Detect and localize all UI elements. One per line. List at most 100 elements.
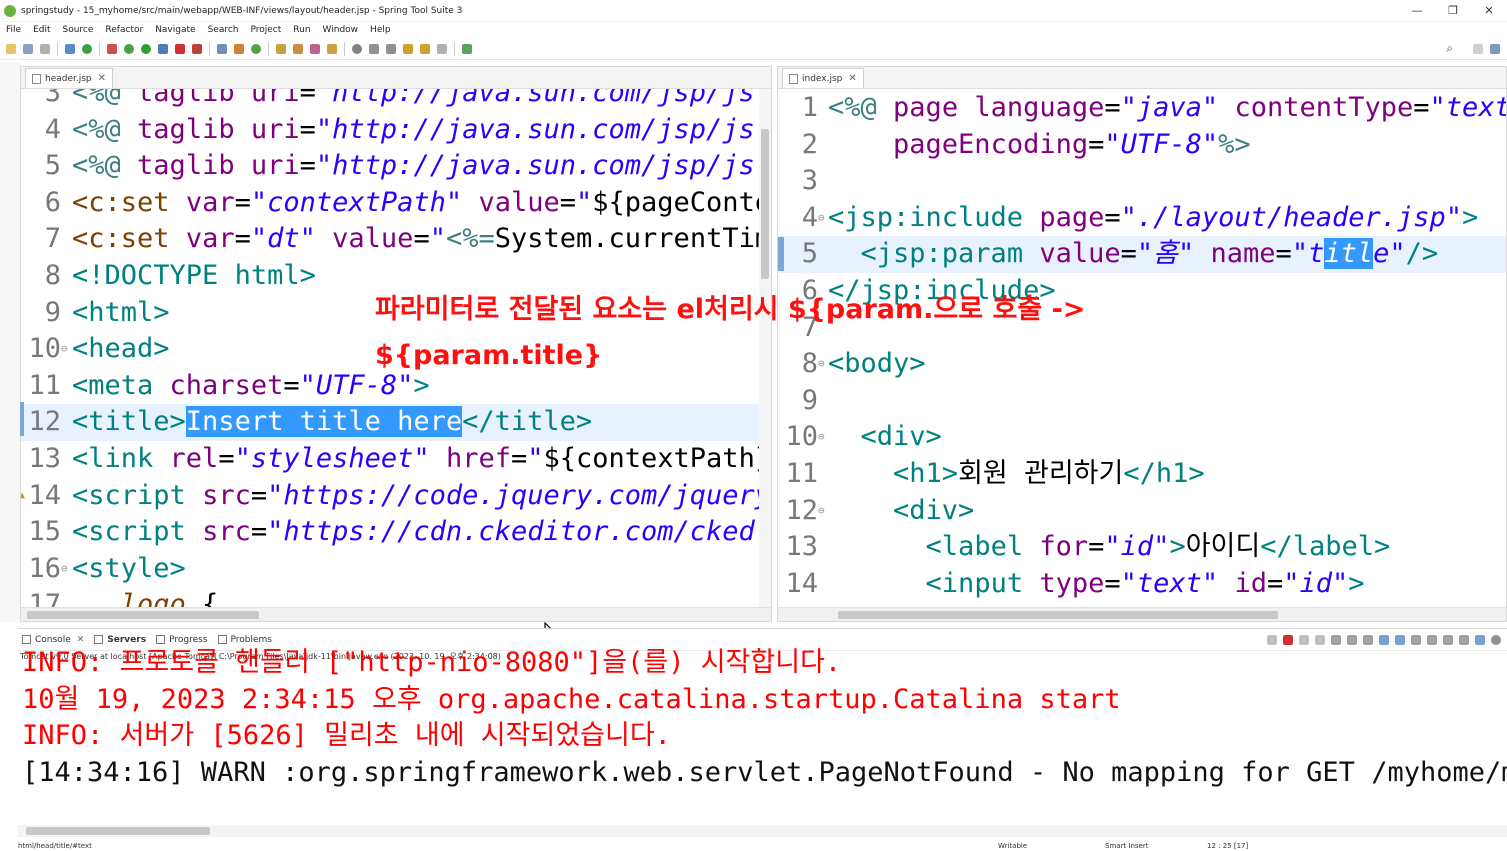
new-class-icon[interactable] — [251, 43, 261, 54]
new-java-project-icon[interactable] — [217, 43, 227, 54]
code-line[interactable]: 9 — [778, 383, 1506, 420]
terminate-icon[interactable] — [1283, 634, 1293, 645]
code-line[interactable]: 2 pageEncoding="UTF-8"%> — [778, 127, 1506, 164]
view-menu-icon[interactable] — [1475, 634, 1485, 645]
fold-toggle-icon[interactable]: ⊖ — [818, 419, 825, 456]
code-line[interactable]: 16 ⊖ <style> — [21, 551, 771, 588]
code-line[interactable]: 3 <%@ taglib uri="http://java.sun.com/jsp… — [21, 89, 771, 112]
next-annotation-icon[interactable] — [369, 43, 379, 54]
new-icon[interactable] — [6, 43, 16, 54]
scroll-thumb[interactable] — [761, 129, 769, 279]
open-console-icon[interactable] — [1443, 634, 1453, 645]
code-line[interactable]: 4 ⊖ <jsp:include page="./layout/header.jsp… — [778, 200, 1506, 237]
scroll-thumb[interactable] — [838, 611, 1278, 619]
code-line[interactable]: 4 <%@ taglib uri="http://java.sun.com/jsp… — [21, 112, 771, 149]
external-tools-icon[interactable] — [192, 43, 202, 54]
search-toolbar-icon[interactable] — [310, 43, 320, 54]
clear-console-icon[interactable] — [1331, 634, 1341, 645]
display-console-icon[interactable] — [1427, 634, 1437, 645]
restore-button[interactable]: ❐ — [1435, 4, 1471, 17]
code-line[interactable]: 14 <input type="text" id="id"> — [778, 566, 1506, 603]
skip-breakpoints-icon[interactable] — [107, 43, 117, 54]
menu-project[interactable]: Project — [250, 25, 281, 35]
fold-toggle-icon[interactable]: ⊖ — [818, 493, 825, 530]
code-line[interactable]: 14▲ <script src="https://code.jquery.com/… — [21, 478, 771, 515]
scroll-lock-icon[interactable] — [1347, 634, 1357, 645]
coverage-icon[interactable] — [158, 43, 168, 54]
code-line[interactable]: 5 <jsp:param value="홈" name="title"/> — [778, 236, 1506, 273]
menu-file[interactable]: File — [6, 25, 21, 35]
tab-servers[interactable]: Servers — [94, 635, 146, 645]
tab-problems[interactable]: Problems — [217, 635, 272, 645]
fold-toggle-icon[interactable]: ⊖ — [61, 551, 68, 588]
save-all-icon[interactable] — [40, 43, 50, 54]
previous-annotation-icon[interactable] — [386, 43, 396, 54]
code-line[interactable]: 10 ⊖ <div> — [778, 419, 1506, 456]
minimize-button[interactable]: — — [1399, 4, 1435, 17]
boot-dashboard-icon[interactable] — [82, 43, 92, 54]
code-line[interactable]: 12 <title>Insert title here</title> — [21, 404, 771, 441]
open-task-icon[interactable] — [293, 43, 303, 54]
stop-icon[interactable] — [175, 43, 185, 54]
code-line[interactable]: 13 <label for="id">아이디</label> — [778, 529, 1506, 566]
globe-icon[interactable] — [352, 43, 362, 54]
close-window-button[interactable]: ✕ — [1471, 4, 1507, 17]
menu-edit[interactable]: Edit — [33, 25, 50, 35]
search-icon[interactable]: ⌕ — [1446, 41, 1453, 56]
new-package-icon[interactable] — [234, 43, 244, 54]
horizontal-scrollbar[interactable] — [21, 607, 771, 621]
code-line[interactable]: 7 <c:set var="dt" value="<%=System.curren… — [21, 221, 771, 258]
tab-index-jsp[interactable]: index.jsp ✕ — [782, 68, 864, 88]
close-icon[interactable]: ✕ — [77, 635, 85, 645]
debug-icon[interactable] — [124, 43, 134, 54]
code-line[interactable]: 11 <h1>회원 관리하기</h1> — [778, 456, 1506, 493]
tab-header-jsp[interactable]: header.jsp ✕ — [25, 68, 114, 88]
code-line[interactable]: 6 <c:set var="contextPath" value="${pageC… — [21, 185, 771, 222]
minimize-view-icon[interactable] — [1459, 634, 1469, 645]
disconnect-icon[interactable] — [1267, 634, 1277, 645]
forward-icon[interactable] — [437, 43, 447, 54]
code-line[interactable]: 13 <link rel="stylesheet" href="${context… — [21, 441, 771, 478]
run-icon[interactable] — [141, 43, 151, 54]
gear-icon[interactable] — [1491, 634, 1501, 645]
menu-source[interactable]: Source — [63, 25, 94, 35]
line-number: 15 — [28, 516, 61, 548]
menu-run[interactable]: Run — [293, 25, 310, 35]
open-folder-icon[interactable] — [327, 43, 337, 54]
open-perspective-icon[interactable] — [1473, 43, 1483, 54]
back-icon[interactable] — [420, 43, 430, 54]
show-stdout-icon[interactable] — [1379, 634, 1389, 645]
code-line[interactable]: 12 ⊖ <div> — [778, 493, 1506, 530]
remove-all-icon[interactable] — [1315, 634, 1325, 645]
menu-help[interactable]: Help — [370, 25, 391, 35]
save-icon[interactable] — [23, 43, 33, 54]
close-icon[interactable]: ✕ — [848, 73, 856, 84]
word-wrap-icon[interactable] — [1363, 634, 1373, 645]
menu-search[interactable]: Search — [208, 25, 239, 35]
scroll-thumb[interactable] — [27, 611, 259, 619]
menu-refactor[interactable]: Refactor — [105, 25, 143, 35]
code-line[interactable]: 15 <script src="https://cdn.ckeditor.com/… — [21, 514, 771, 551]
tab-progress[interactable]: Progress — [156, 635, 208, 645]
remove-launch-icon[interactable] — [1299, 634, 1309, 645]
code-line[interactable]: 17 .logo { — [21, 587, 771, 607]
java-ee-perspective-icon[interactable] — [1490, 43, 1500, 54]
fold-toggle-icon[interactable]: ⊖ — [61, 331, 68, 368]
menu-navigate[interactable]: Navigate — [155, 25, 195, 35]
terminal-icon[interactable] — [65, 43, 75, 54]
menu-window[interactable]: Window — [323, 25, 359, 35]
code-line[interactable]: 3 — [778, 163, 1506, 200]
tab-console[interactable]: Console ✕ — [22, 635, 84, 645]
scroll-thumb[interactable] — [26, 827, 210, 835]
pin-editor-icon[interactable] — [462, 43, 472, 54]
fold-toggle-icon[interactable]: ⊖ — [818, 200, 825, 237]
horizontal-scrollbar[interactable] — [778, 607, 1506, 621]
pin-console-icon[interactable] — [1411, 634, 1421, 645]
last-edit-icon[interactable] — [403, 43, 413, 54]
show-stderr-icon[interactable] — [1395, 634, 1405, 645]
code-line[interactable]: 5 <%@ taglib uri="http://java.sun.com/jsp… — [21, 148, 771, 185]
close-icon[interactable]: ✕ — [98, 73, 106, 84]
code-line[interactable]: 1 <%@ page language="java" contentType="t… — [778, 90, 1506, 127]
console-horizontal-scrollbar[interactable] — [18, 825, 1507, 837]
open-type-icon[interactable] — [276, 43, 286, 54]
